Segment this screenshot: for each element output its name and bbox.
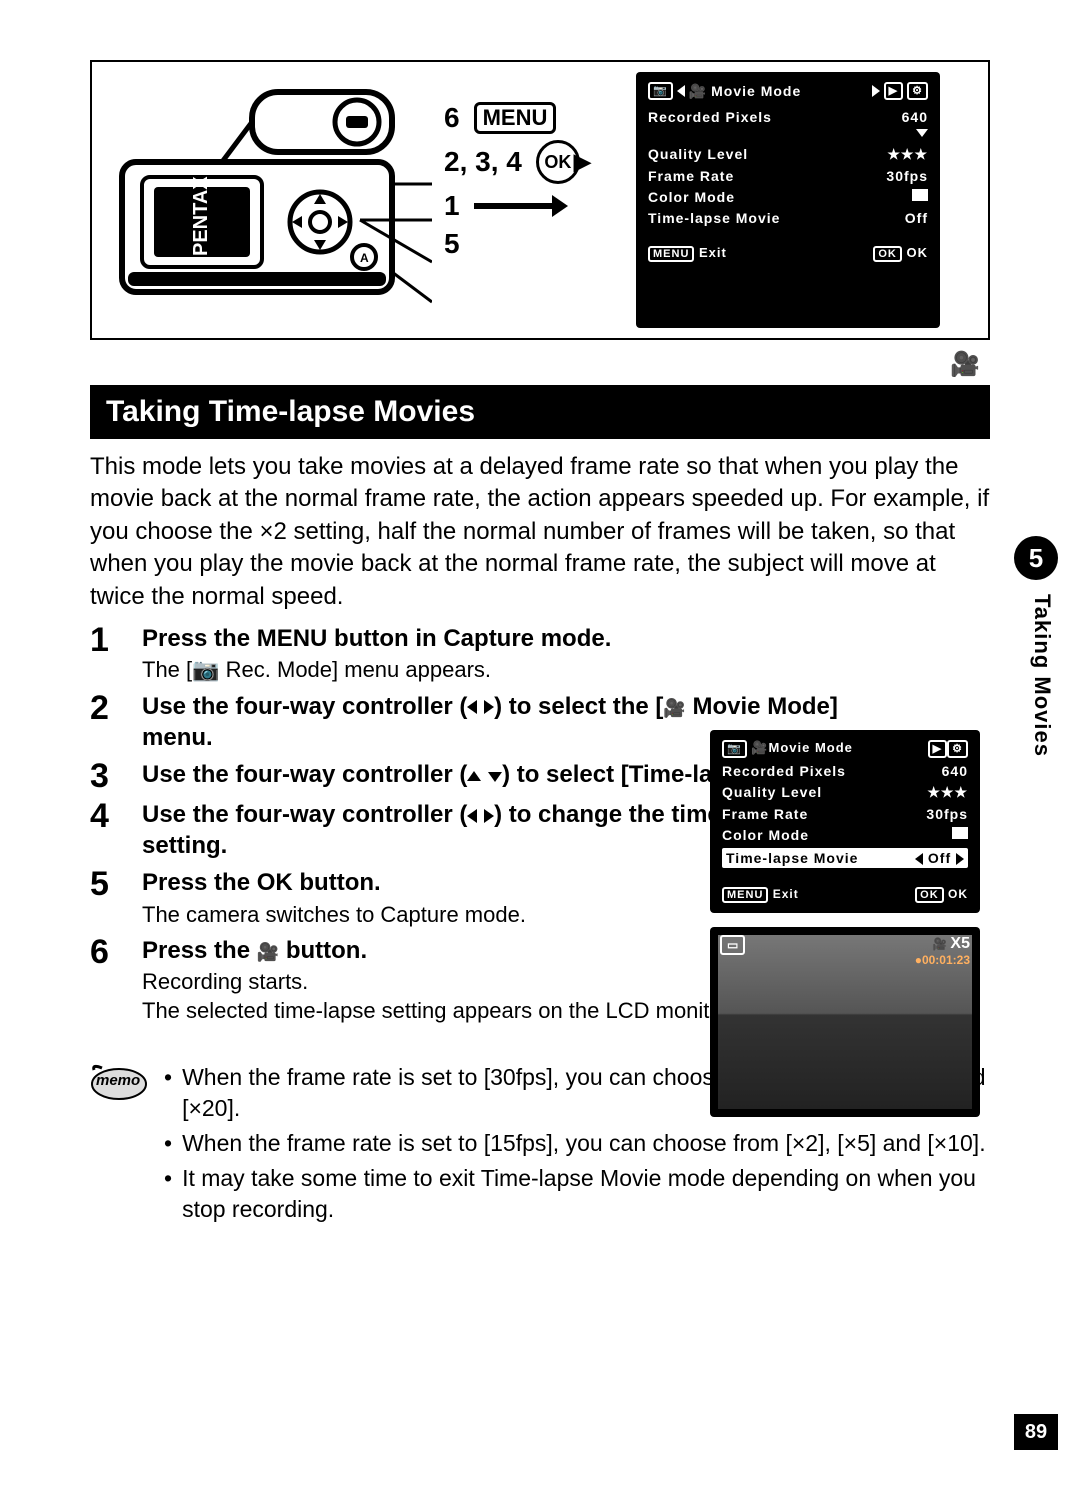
step-number: 5	[90, 867, 124, 929]
top-figure-box: PENTAX A 6 MENU 2, 3, 4 OK ▶ 1	[90, 60, 990, 340]
movie-icon: 🎥	[751, 740, 768, 755]
callout-labels: 6 MENU 2, 3, 4 OK▶ 1 5	[444, 72, 624, 328]
menu-button-label: MENU	[474, 102, 557, 134]
step-detail: The [📷 Rec. Mode] menu appears.	[142, 656, 870, 685]
right-triangle-icon	[872, 85, 880, 97]
lcd-row-value: 30fps	[886, 168, 928, 184]
step-title: Press the MENU button in Capture mode.	[142, 623, 870, 654]
lcd-row-value: ★★★	[927, 784, 968, 801]
callout-234: 2, 3, 4	[444, 146, 522, 178]
lcd-row-label: Frame Rate	[722, 806, 808, 822]
chapter-number-badge: 5	[1014, 536, 1058, 580]
camera-icon: 📷	[648, 82, 673, 100]
section-heading: Taking Time-lapse Movies	[90, 385, 990, 439]
step-number: 4	[90, 799, 124, 861]
record-time: 00:01:23	[922, 953, 970, 967]
step-number: 1	[90, 623, 124, 685]
lcd-row-label: Quality Level	[648, 146, 748, 163]
play-icon: ▶	[928, 740, 947, 758]
ok-softkey: OK	[873, 246, 902, 262]
step-number: 6	[90, 935, 124, 1025]
svg-text:A: A	[360, 251, 369, 265]
callout-6: 6	[444, 102, 460, 134]
right-triangle-icon	[956, 853, 964, 865]
lcd-row-label: Quality Level	[722, 784, 822, 801]
lcd-row-value: Off	[928, 850, 951, 866]
callout-5: 5	[444, 228, 460, 260]
lcd-row-value: 640	[902, 109, 928, 125]
setup-icon: ⚙	[907, 82, 928, 100]
lcd-title: Movie Mode	[711, 83, 801, 99]
camera-illustration: PENTAX A	[102, 72, 432, 322]
manual-page: 5 Taking Movies 89 PENTAX A	[0, 0, 1080, 1486]
setup-icon: ⚙	[947, 740, 968, 758]
memo-icon: memo	[90, 1062, 148, 1229]
lcd-screen-top: 📷 🎥Movie Mode ▶⚙ Recorded Pixels 640 Quali…	[636, 72, 940, 328]
lcd-row-label: Recorded Pixels	[648, 109, 772, 125]
lcd-row-label: Recorded Pixels	[722, 763, 846, 779]
arrow-icon	[474, 203, 554, 209]
lcd-row-label: Color Mode	[648, 189, 735, 205]
battery-icon: ▭	[720, 935, 745, 955]
lcd-row-label: Time-lapse Movie	[648, 210, 780, 226]
intro-paragraph: This mode lets you take movies at a dela…	[90, 451, 990, 613]
svg-text:PENTAX: PENTAX	[190, 176, 212, 256]
lcd-row-value: 640	[942, 763, 968, 779]
color-mode-swatch	[952, 827, 968, 839]
step-number: 2	[90, 691, 124, 753]
lcd-screen-side: 📷 🎥Movie Mode ▶⚙ Recorded Pixels 640 Qual…	[710, 730, 980, 913]
movie-icon: 🎥	[689, 83, 707, 100]
side-figures: 📷 🎥Movie Mode ▶⚙ Recorded Pixels640 Qual…	[710, 730, 980, 1117]
camera-icon: 📷	[722, 740, 747, 758]
color-mode-swatch	[912, 189, 928, 201]
lcd-row-label: Time-lapse Movie	[726, 850, 858, 866]
down-triangle-icon	[916, 129, 928, 137]
play-icon: ▶	[884, 82, 903, 100]
ok-softkey: OK	[915, 887, 944, 903]
page-number: 89	[1014, 1414, 1058, 1450]
record-dot-icon: ●	[915, 953, 922, 967]
ok-label: OK	[907, 245, 929, 260]
memo-label: memo	[96, 1072, 140, 1089]
movie-mode-icon: 🎥	[90, 350, 980, 379]
menu-softkey: MENU	[722, 887, 768, 903]
memo-item: When the frame rate is set to [15fps], y…	[182, 1128, 986, 1159]
lcd-row-value: Off	[905, 210, 928, 226]
lcd-row-value: 30fps	[926, 806, 968, 822]
left-triangle-icon	[915, 853, 923, 865]
lcd-row-label: Frame Rate	[648, 168, 734, 184]
recording-screen: ▭ 🎥 X5 ●00:01:23	[710, 927, 980, 1117]
menu-softkey: MENU	[648, 246, 694, 262]
lcd-row-label: Color Mode	[722, 827, 809, 843]
exit-label: Exit	[699, 245, 727, 260]
step-number: 3	[90, 759, 124, 793]
lcd-title: Movie Mode	[769, 740, 853, 755]
right-triangle-icon: ▶	[574, 149, 591, 175]
timelapse-multiplier: X5	[950, 935, 970, 952]
ok-label: OK	[948, 887, 968, 901]
movie-icon: 🎥	[932, 937, 947, 951]
callout-1: 1	[444, 190, 460, 222]
memo-item: It may take some time to exit Time-lapse…	[182, 1163, 990, 1225]
left-triangle-icon	[677, 85, 685, 97]
lcd-highlight-row: Time-lapse Movie Off	[722, 848, 968, 868]
exit-label: Exit	[773, 887, 799, 901]
lcd-row-value: ★★★	[887, 146, 928, 163]
chapter-title-vertical: Taking Movies	[1015, 594, 1055, 844]
